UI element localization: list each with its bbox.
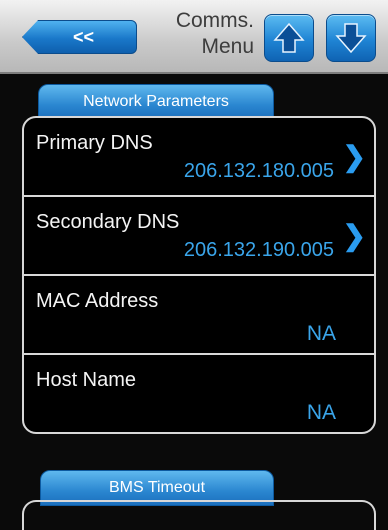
arrow-down-icon xyxy=(335,23,367,54)
back-button[interactable]: << xyxy=(22,20,137,54)
tab-network-parameters[interactable]: Network Parameters xyxy=(38,84,274,120)
row-primary-dns[interactable]: Primary DNS 206.132.180.005 ❯ xyxy=(24,118,374,197)
row-label: Secondary DNS xyxy=(36,211,180,233)
row-mac-address: MAC Address NA xyxy=(24,276,374,355)
row-value: 206.132.180.005 xyxy=(183,160,334,182)
scroll-up-button[interactable] xyxy=(264,14,314,62)
row-label: Host Name xyxy=(36,369,137,391)
header-bar: << Comms. Menu xyxy=(0,0,388,74)
chevron-right-icon: ❯ xyxy=(342,220,366,251)
row-label: MAC Address xyxy=(36,290,159,312)
network-parameters-panel: Primary DNS 206.132.180.005 ❯ Secondary … xyxy=(22,116,376,434)
title-line-1: Comms. xyxy=(175,9,254,32)
scroll-down-button[interactable] xyxy=(326,14,376,62)
row-value: NA xyxy=(306,401,336,424)
title-line-2: Menu xyxy=(201,35,254,58)
row-value: 206.132.190.005 xyxy=(183,239,334,261)
row-value: NA xyxy=(306,322,336,345)
row-host-name: Host Name NA xyxy=(24,355,374,432)
chevron-right-icon: ❯ xyxy=(342,141,366,172)
bms-timeout-panel xyxy=(22,500,376,530)
arrow-up-icon xyxy=(273,22,305,53)
page-title: Comms. Menu xyxy=(148,8,254,60)
row-label: Primary DNS xyxy=(36,132,153,154)
row-secondary-dns[interactable]: Secondary DNS 206.132.190.005 ❯ xyxy=(24,197,374,276)
